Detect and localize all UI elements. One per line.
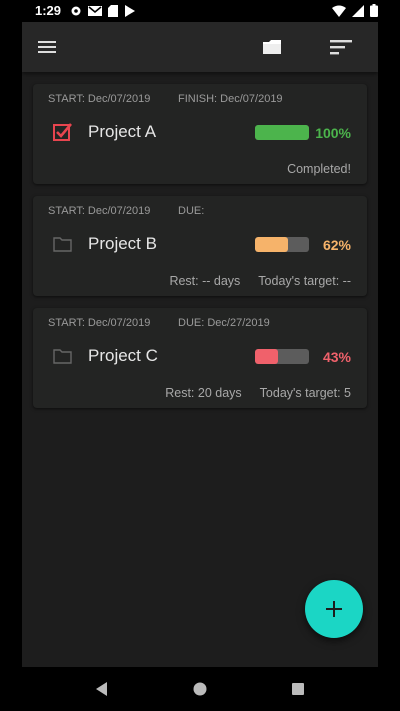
rest-days: Rest: -- days bbox=[169, 274, 241, 288]
add-icon bbox=[326, 601, 342, 617]
progress-percent: 43% bbox=[322, 349, 351, 365]
status-bar: 1:29 bbox=[0, 0, 400, 22]
menu-button[interactable] bbox=[34, 35, 60, 59]
wifi-icon bbox=[332, 5, 346, 17]
rest-days: Rest: 20 days bbox=[165, 386, 242, 400]
navigation-bar bbox=[0, 667, 400, 711]
progress-fill bbox=[255, 349, 279, 364]
progress-bar bbox=[255, 237, 309, 252]
project-name: Project A bbox=[88, 122, 157, 141]
progress-bar bbox=[255, 125, 309, 140]
menu-icon bbox=[38, 41, 56, 53]
add-project-button[interactable] bbox=[305, 580, 363, 638]
archive-icon bbox=[263, 40, 281, 54]
progress-bar bbox=[255, 349, 309, 364]
todays-target: Today's target: 5 bbox=[259, 386, 351, 400]
settings-icon bbox=[71, 6, 81, 16]
recents-icon[interactable] bbox=[290, 681, 306, 697]
start-date: START: Dec/07/2019 bbox=[48, 93, 151, 105]
sort-icon bbox=[330, 40, 352, 55]
progress-percent: 100% bbox=[315, 125, 351, 141]
todays-target: Today's target: -- bbox=[258, 274, 351, 288]
battery-icon bbox=[370, 4, 378, 17]
project-card-b[interactable]: START: Dec/07/2019 DUE: Project B 62% Re… bbox=[33, 196, 367, 296]
due-date: DUE: Dec/27/2019 bbox=[178, 317, 270, 329]
back-icon[interactable] bbox=[94, 681, 110, 697]
play-store-icon bbox=[125, 5, 135, 17]
checkbox-checked-icon[interactable] bbox=[53, 123, 73, 141]
project-card-c[interactable]: START: Dec/07/2019 DUE: Dec/27/2019 Proj… bbox=[33, 308, 367, 408]
progress-percent: 62% bbox=[322, 237, 351, 253]
start-date: START: Dec/07/2019 bbox=[48, 317, 151, 329]
folder-icon bbox=[53, 349, 72, 364]
progress-fill bbox=[255, 237, 289, 252]
archive-button[interactable] bbox=[259, 35, 285, 59]
status-time: 1:29 bbox=[35, 3, 62, 18]
project-name: Project B bbox=[88, 234, 157, 253]
start-date: START: Dec/07/2019 bbox=[48, 205, 151, 217]
app-window: START: Dec/07/2019 FINISH: Dec/07/2019 P… bbox=[22, 22, 378, 667]
sort-button[interactable] bbox=[328, 35, 354, 59]
sd-card-icon bbox=[108, 5, 118, 17]
project-name: Project C bbox=[88, 346, 158, 365]
toolbar bbox=[22, 22, 378, 72]
progress-fill bbox=[255, 125, 309, 140]
finish-date: FINISH: Dec/07/2019 bbox=[178, 93, 283, 105]
project-card-a[interactable]: START: Dec/07/2019 FINISH: Dec/07/2019 P… bbox=[33, 84, 367, 184]
home-icon[interactable] bbox=[192, 681, 208, 697]
folder-icon bbox=[53, 237, 72, 252]
signal-icon bbox=[352, 4, 364, 17]
status-text: Completed! bbox=[287, 162, 351, 176]
due-date: DUE: bbox=[178, 205, 205, 217]
gmail-icon bbox=[88, 6, 102, 16]
